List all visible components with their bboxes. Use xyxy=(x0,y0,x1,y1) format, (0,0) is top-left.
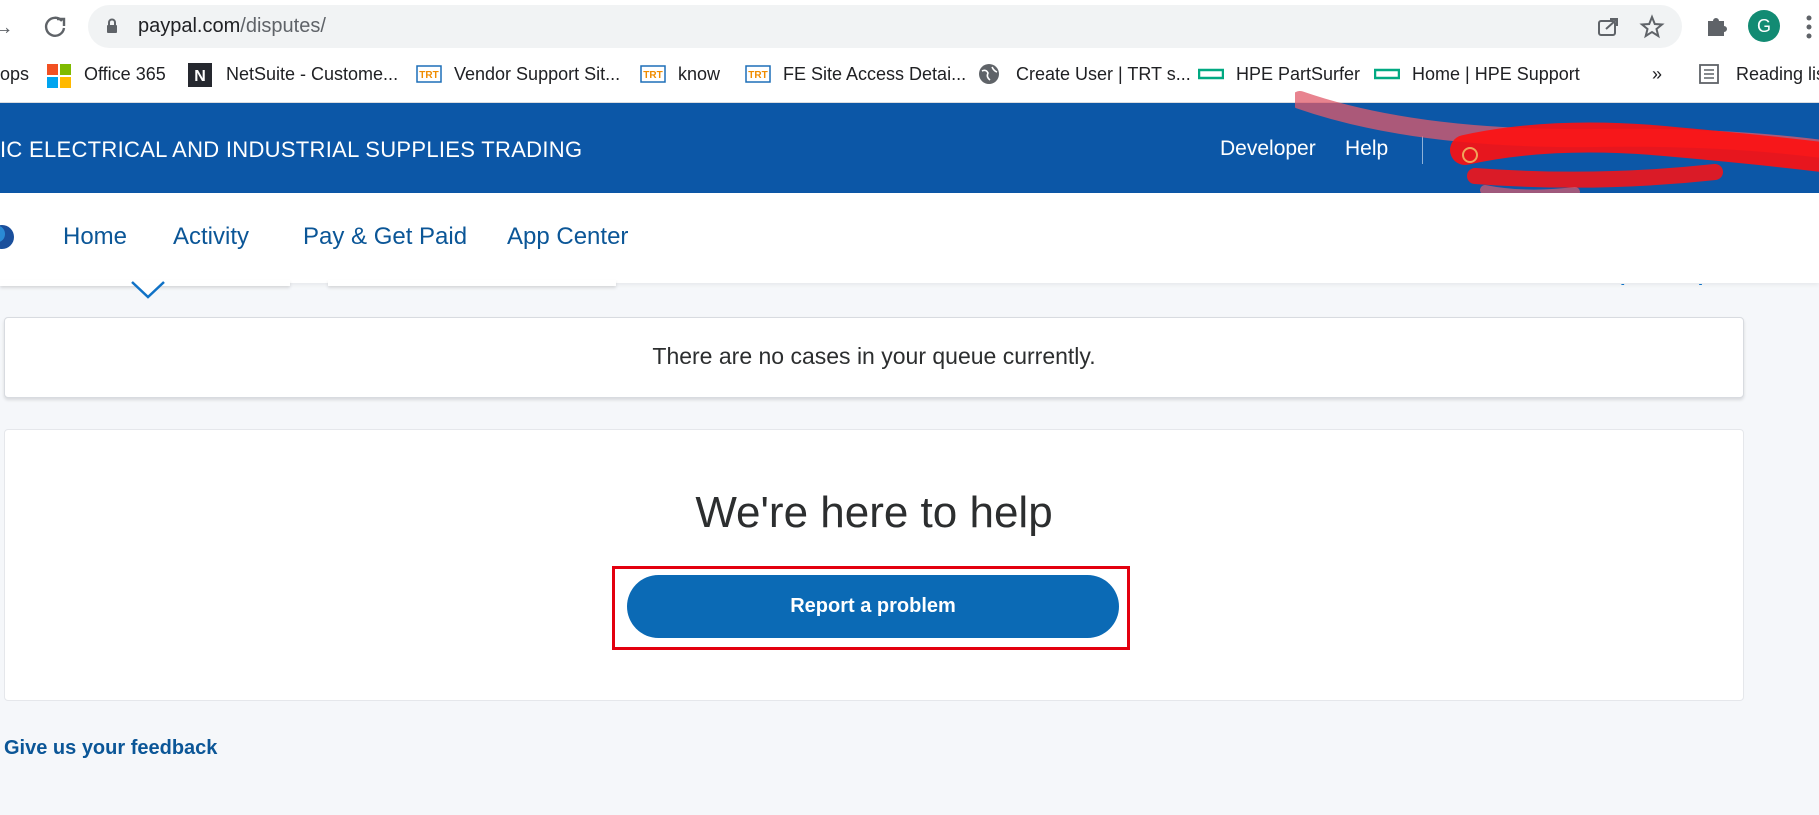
help-card: We're here to help xyxy=(4,429,1744,701)
netsuite-icon: N xyxy=(188,63,214,87)
report-problem-button[interactable]: Report a problem xyxy=(627,575,1119,638)
tab-edge xyxy=(328,280,616,286)
help-title: We're here to help xyxy=(695,488,1053,537)
trt-icon: TRT xyxy=(416,63,442,85)
paypal-nav: Home Activity Pay & Get Paid App Center xyxy=(0,193,1819,283)
lock-icon xyxy=(107,18,117,33)
company-name: IC ELECTRICAL AND INDUSTRIAL SUPPLIES TR… xyxy=(0,137,583,162)
queue-message: There are no cases in your queue current… xyxy=(652,343,1096,369)
nav-activity[interactable]: Activity xyxy=(173,223,249,251)
address-bar[interactable]: paypal.com/disputes/ xyxy=(88,5,1682,48)
svg-text:TRT: TRT xyxy=(748,70,767,81)
bookmark-fe-site-access[interactable]: TRT FE Site Access Detai... xyxy=(745,61,966,87)
trt-icon: TRT xyxy=(745,63,771,85)
share-icon[interactable] xyxy=(1594,13,1622,41)
nav-app-center[interactable]: App Center xyxy=(507,223,628,251)
extensions-icon[interactable] xyxy=(1702,11,1732,41)
bookmark-apps[interactable]: ops xyxy=(0,61,29,87)
office365-icon xyxy=(46,63,72,88)
forward-icon[interactable]: → xyxy=(0,10,20,44)
queue-status-card: There are no cases in your queue current… xyxy=(4,317,1744,398)
active-tab-caret-icon xyxy=(131,281,165,299)
bookmark-create-user[interactable]: Create User | TRT s... xyxy=(978,61,1191,87)
bookmark-office365[interactable]: Office 365 xyxy=(46,61,166,88)
nav-pay-get-paid[interactable]: Pay & Get Paid xyxy=(303,223,467,251)
menu-dots-icon[interactable] xyxy=(1805,13,1813,41)
svg-text:TRT: TRT xyxy=(419,70,438,81)
svg-text:TRT: TRT xyxy=(643,70,662,81)
bookmark-vendor-support[interactable]: TRT Vendor Support Sit... xyxy=(416,61,620,87)
paypal-logo-icon[interactable] xyxy=(0,223,14,251)
bookmark-netsuite[interactable]: N NetSuite - Custome... xyxy=(188,61,398,87)
nav-home[interactable]: Home xyxy=(63,223,127,251)
reload-icon[interactable] xyxy=(38,10,72,44)
bookmark-star-icon[interactable] xyxy=(1638,13,1666,41)
avatar[interactable]: G xyxy=(1748,10,1780,42)
trt-icon: TRT xyxy=(640,63,666,85)
hpe-icon xyxy=(1197,63,1225,85)
bookmark-know[interactable]: TRT know xyxy=(640,61,720,87)
redaction-scribble xyxy=(1295,91,1819,200)
globe-icon xyxy=(978,63,1004,85)
feedback-link[interactable]: Give us your feedback xyxy=(4,737,217,760)
svg-text:N: N xyxy=(194,68,206,85)
url-text: paypal.com/disputes/ xyxy=(138,15,326,37)
